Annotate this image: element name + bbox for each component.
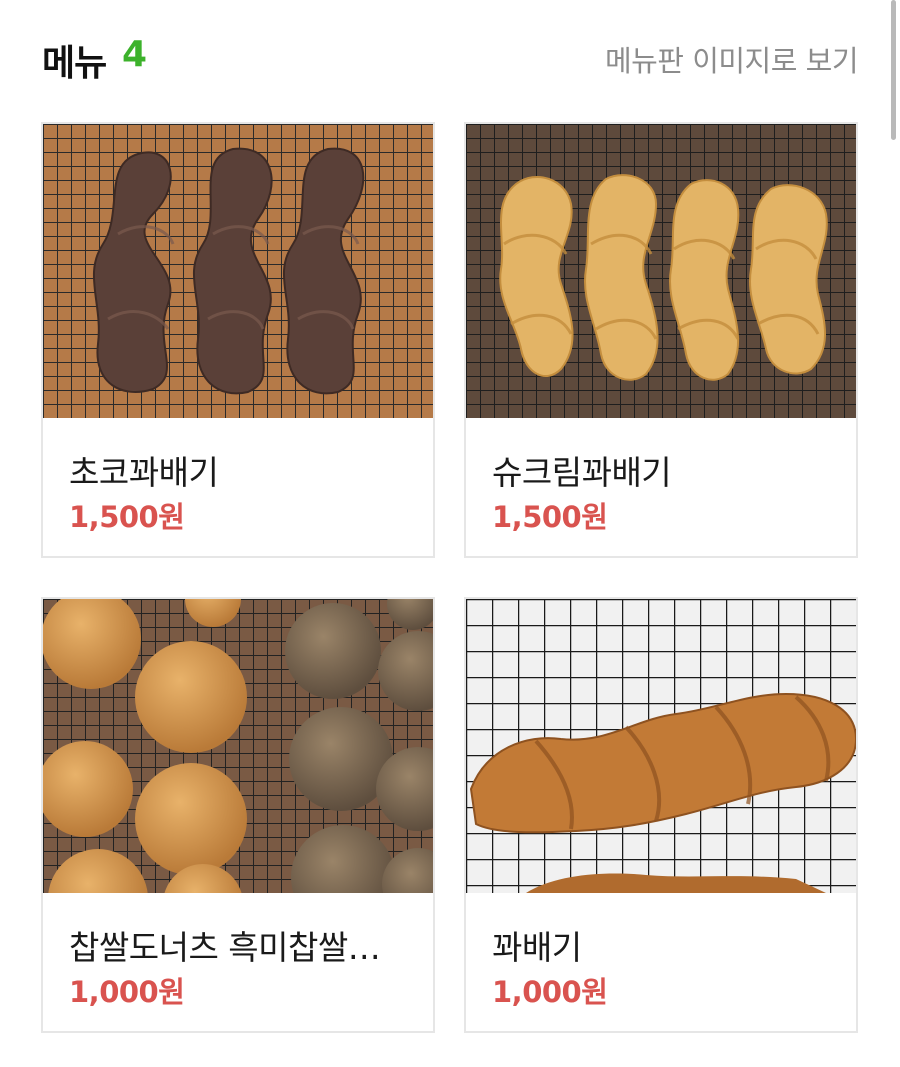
- menu-title: 메뉴: [42, 43, 107, 84]
- twist-donut-photo: [466, 599, 856, 893]
- menu-item-card[interactable]: 슈크림꽈배기 1,500원: [464, 122, 858, 558]
- menu-item-name: 찹쌀도너츠 흑미찹쌀…: [69, 928, 381, 967]
- menu-item-card[interactable]: 꽈배기 1,000원: [464, 597, 858, 1033]
- rice-donut-photo: [43, 599, 433, 893]
- cream-twist-donut-photo: [466, 124, 856, 418]
- menu-item-price: 1,000원: [492, 975, 608, 1009]
- menu-header: 메뉴 4 메뉴판 이미지로 보기: [42, 30, 859, 84]
- menu-item-price: 1,000원: [69, 975, 185, 1009]
- menu-item-name: 초코꽈배기: [69, 453, 219, 492]
- menu-item-price: 1,500원: [69, 500, 185, 534]
- menu-count: 4: [122, 34, 148, 75]
- menu-item-name: 슈크림꽈배기: [492, 453, 672, 492]
- view-menu-board-link[interactable]: 메뉴판 이미지로 보기: [605, 38, 859, 80]
- menu-item-card[interactable]: 찹쌀도너츠 흑미찹쌀… 1,000원: [41, 597, 435, 1033]
- menu-item-card[interactable]: 초코꽈배기 1,500원: [41, 122, 435, 558]
- menu-item-price: 1,500원: [492, 500, 608, 534]
- scrollbar[interactable]: [891, 0, 896, 140]
- menu-item-name: 꽈배기: [492, 928, 582, 967]
- choco-twist-donut-photo: [43, 124, 433, 418]
